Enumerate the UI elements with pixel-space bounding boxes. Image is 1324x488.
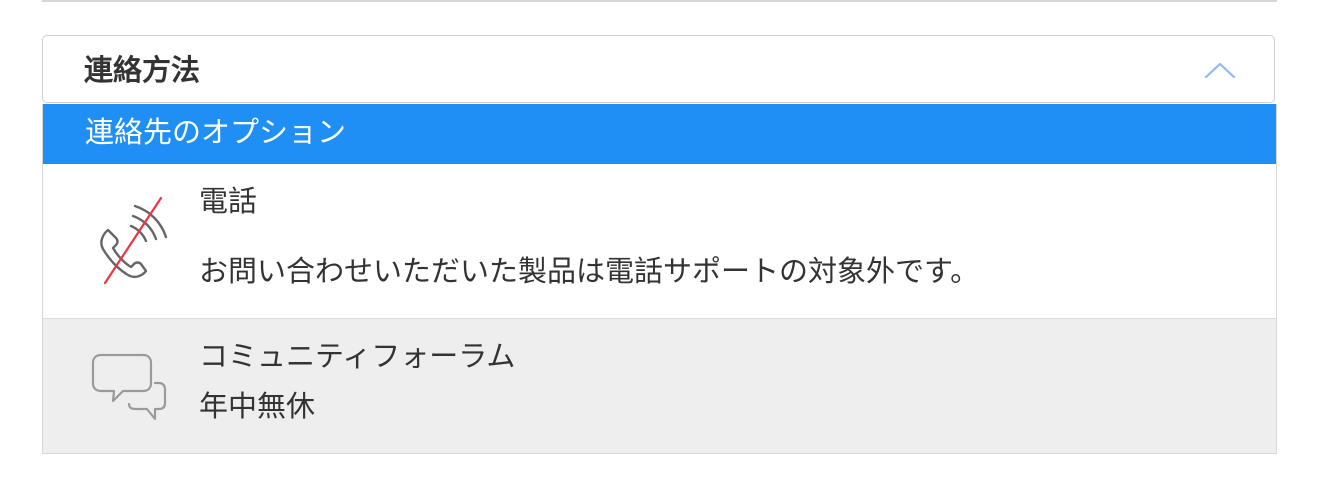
chevron-up-icon[interactable] <box>1203 60 1237 80</box>
dropdown-label: 連絡方法 <box>84 53 201 87</box>
option-phone-description: お問い合わせいただいた製品は電話サポートの対象外です。 <box>199 254 980 288</box>
panel-header: 連絡先のオプション <box>43 104 1276 164</box>
chat-bubbles-icon <box>91 353 167 421</box>
panel-header-title: 連絡先のオプション <box>85 115 347 149</box>
phone-disabled-icon <box>100 196 168 285</box>
option-community-forum[interactable]: コミュニティフォーラム 年中無休 <box>43 319 1276 453</box>
option-forum-title: コミュニティフォーラム <box>199 339 516 373</box>
top-divider <box>42 0 1277 2</box>
option-forum-description: 年中無休 <box>199 389 316 423</box>
option-phone-title: 電話 <box>199 184 258 218</box>
contact-method-dropdown[interactable]: 連絡方法 <box>42 35 1275 103</box>
option-phone[interactable]: 電話 お問い合わせいただいた製品は電話サポートの対象外です。 <box>43 164 1276 319</box>
contact-options-panel: 連絡先のオプション 電話 お問い合わせいただいた製品は電話サポートの対象外です。… <box>42 104 1277 454</box>
